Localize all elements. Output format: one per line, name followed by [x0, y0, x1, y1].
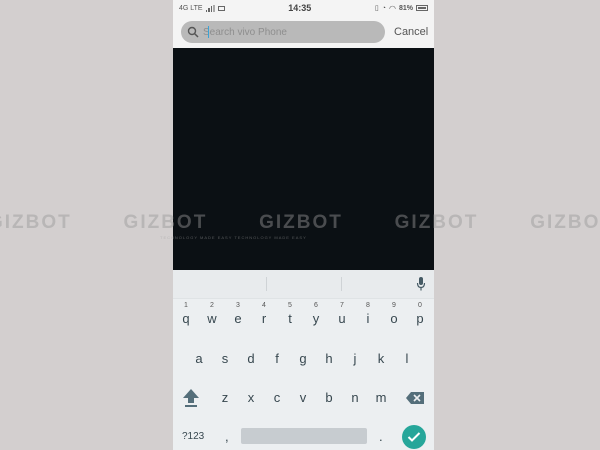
search-bar: Cancel	[173, 16, 434, 48]
key-h[interactable]: h	[317, 344, 341, 372]
backspace-key[interactable]	[403, 383, 427, 411]
key-b[interactable]: b	[317, 383, 341, 411]
watermark-word: GIZBOT	[530, 212, 600, 233]
status-bar: 4G LTE 14:35 ▯ ◔ ◠ 81%	[173, 0, 434, 16]
key-y[interactable]: 6y	[304, 302, 328, 332]
network-label: 4G LTE	[179, 4, 203, 12]
signal-icon	[205, 4, 215, 12]
alarm-icon: ◔	[381, 4, 386, 12]
key-n[interactable]: n	[343, 383, 367, 411]
key-w[interactable]: 2w	[200, 302, 224, 332]
search-box[interactable]	[181, 21, 385, 43]
space-bar[interactable]	[241, 428, 367, 444]
search-input[interactable]	[203, 26, 373, 38]
wifi-icon: ◠	[388, 3, 396, 13]
search-icon	[187, 26, 199, 38]
key-row-3: z x c v b n m	[173, 383, 434, 411]
suggestion-strip	[173, 270, 434, 299]
key-period[interactable]: .	[379, 429, 383, 444]
checkmark-icon	[407, 432, 421, 442]
key-p[interactable]: 0p	[408, 302, 432, 332]
key-a[interactable]: a	[187, 344, 211, 372]
key-l[interactable]: l	[395, 344, 419, 372]
sim-icon	[217, 5, 225, 11]
key-o[interactable]: 9o	[382, 302, 406, 332]
key-row-1: 1q 2w 3e 4r 5t 6y 7u 8i 9o 0p	[173, 302, 434, 332]
battery-percent: 81%	[398, 4, 413, 12]
symbols-key[interactable]: ?123	[182, 431, 204, 442]
key-j[interactable]: j	[343, 344, 367, 372]
backspace-icon	[406, 392, 424, 404]
battery-icon	[415, 5, 428, 11]
suggestion-divider	[266, 277, 267, 291]
watermark-word: GIZBOT	[0, 212, 72, 233]
key-v[interactable]: v	[291, 383, 315, 411]
shift-key[interactable]	[179, 383, 203, 411]
key-k[interactable]: k	[369, 344, 393, 372]
key-e[interactable]: 3e	[226, 302, 250, 332]
vibrate-icon: ▯	[374, 5, 379, 12]
status-time: 14:35	[288, 3, 312, 13]
search-results-area	[173, 48, 434, 270]
suggestion-divider	[341, 277, 342, 291]
microphone-icon[interactable]	[416, 276, 426, 292]
phone-screen: 4G LTE 14:35 ▯ ◔ ◠ 81% Cancel	[173, 0, 434, 450]
key-t[interactable]: 5t	[278, 302, 302, 332]
key-d[interactable]: d	[239, 344, 263, 372]
key-c[interactable]: c	[265, 383, 289, 411]
key-q[interactable]: 1q	[174, 302, 198, 332]
key-m[interactable]: m	[369, 383, 393, 411]
shift-icon	[183, 389, 199, 407]
key-i[interactable]: 8i	[356, 302, 380, 332]
key-f[interactable]: f	[265, 344, 289, 372]
enter-button[interactable]	[402, 425, 426, 449]
text-cursor	[208, 26, 209, 38]
key-u[interactable]: 7u	[330, 302, 354, 332]
key-s[interactable]: s	[213, 344, 237, 372]
cancel-button[interactable]: Cancel	[394, 26, 428, 38]
key-g[interactable]: g	[291, 344, 315, 372]
key-r[interactable]: 4r	[252, 302, 276, 332]
keyboard: 1q 2w 3e 4r 5t 6y 7u 8i 9o 0p a s d f g …	[173, 270, 434, 450]
key-x[interactable]: x	[239, 383, 263, 411]
key-z[interactable]: z	[213, 383, 237, 411]
key-row-2: a s d f g h j k l	[173, 344, 434, 372]
key-comma[interactable]: ,	[225, 429, 229, 444]
